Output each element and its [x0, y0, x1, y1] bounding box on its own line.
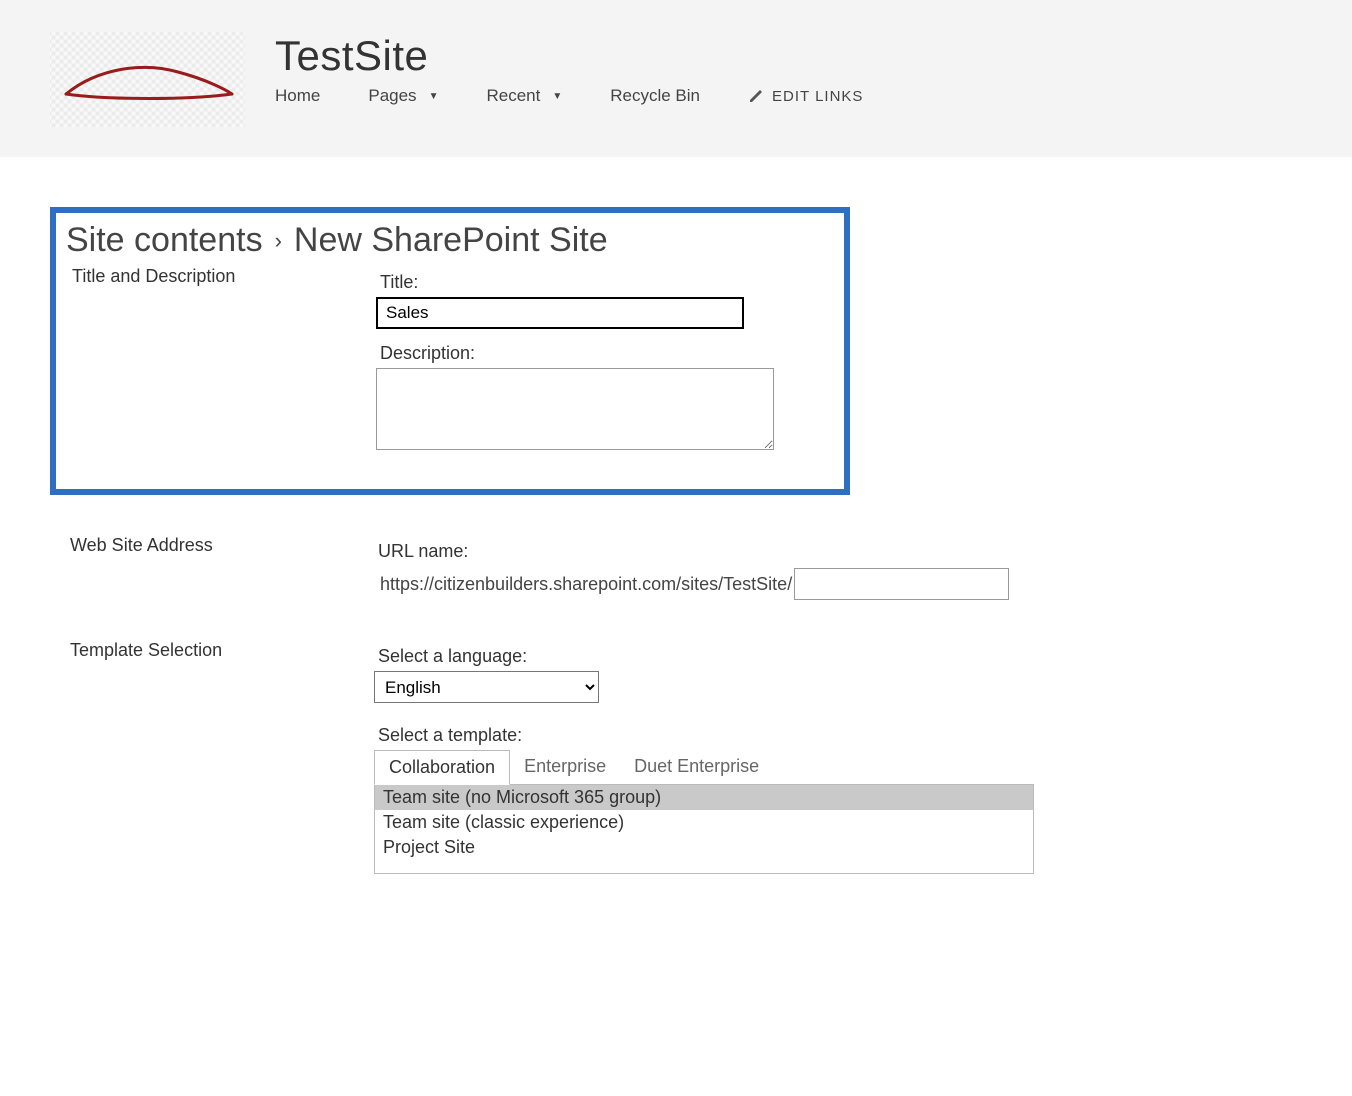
title-input[interactable]	[376, 297, 744, 329]
nav-recycle-bin[interactable]: Recycle Bin	[610, 86, 700, 106]
site-logo[interactable]	[50, 32, 245, 127]
url-name-input[interactable]	[794, 568, 1009, 600]
nav-recent[interactable]: Recent ▼	[486, 86, 562, 106]
section-heading-template: Template Selection	[64, 640, 374, 661]
nav-home[interactable]: Home	[275, 86, 320, 106]
template-label: Select a template:	[374, 725, 1100, 746]
title-label: Title:	[376, 272, 830, 293]
template-listbox[interactable]: Team site (no Microsoft 365 group) Team …	[374, 784, 1034, 874]
nav-recent-label: Recent	[486, 86, 540, 106]
breadcrumb-site-contents[interactable]: Site contents	[66, 221, 263, 260]
tab-collaboration[interactable]: Collaboration	[374, 750, 510, 785]
nav-edit-links-label: EDIT LINKS	[772, 88, 863, 105]
language-label: Select a language:	[374, 646, 1100, 667]
template-option[interactable]: Team site (classic experience)	[375, 810, 1033, 835]
breadcrumb: Site contents › New SharePoint Site	[66, 221, 830, 260]
chevron-down-icon: ▼	[552, 91, 562, 102]
nav-edit-links[interactable]: EDIT LINKS	[748, 88, 863, 105]
site-title[interactable]: TestSite	[275, 32, 1302, 80]
pencil-icon	[748, 88, 764, 104]
template-tabs: Collaboration Enterprise Duet Enterprise	[374, 750, 1100, 785]
car-logo-icon	[58, 50, 238, 110]
template-option[interactable]: Project Site	[375, 835, 1033, 860]
nav-recycle-bin-label: Recycle Bin	[610, 86, 700, 106]
top-nav: Home Pages ▼ Recent ▼ Recycle Bin EDIT L…	[275, 86, 1302, 106]
section-heading-title-desc: Title and Description	[66, 266, 376, 287]
description-textarea[interactable]	[376, 368, 774, 450]
chevron-down-icon: ▼	[429, 91, 439, 102]
template-option[interactable]: Team site (no Microsoft 365 group)	[375, 785, 1033, 810]
section-heading-web-address: Web Site Address	[64, 535, 374, 556]
nav-home-label: Home	[275, 86, 320, 106]
url-name-label: URL name:	[374, 541, 1100, 562]
top-banner	[0, 0, 1352, 12]
title-description-highlight: Site contents › New SharePoint Site Titl…	[50, 207, 850, 495]
nav-pages-label: Pages	[368, 86, 416, 106]
tab-duet-enterprise[interactable]: Duet Enterprise	[620, 750, 773, 785]
language-select[interactable]: English	[374, 671, 599, 703]
breadcrumb-separator-icon: ›	[275, 228, 282, 254]
breadcrumb-current: New SharePoint Site	[294, 221, 608, 260]
description-label: Description:	[376, 343, 830, 364]
site-header: TestSite Home Pages ▼ Recent ▼ Recycle B…	[0, 12, 1352, 157]
tab-enterprise[interactable]: Enterprise	[510, 750, 620, 785]
url-prefix: https://citizenbuilders.sharepoint.com/s…	[374, 574, 792, 595]
nav-pages[interactable]: Pages ▼	[368, 86, 438, 106]
